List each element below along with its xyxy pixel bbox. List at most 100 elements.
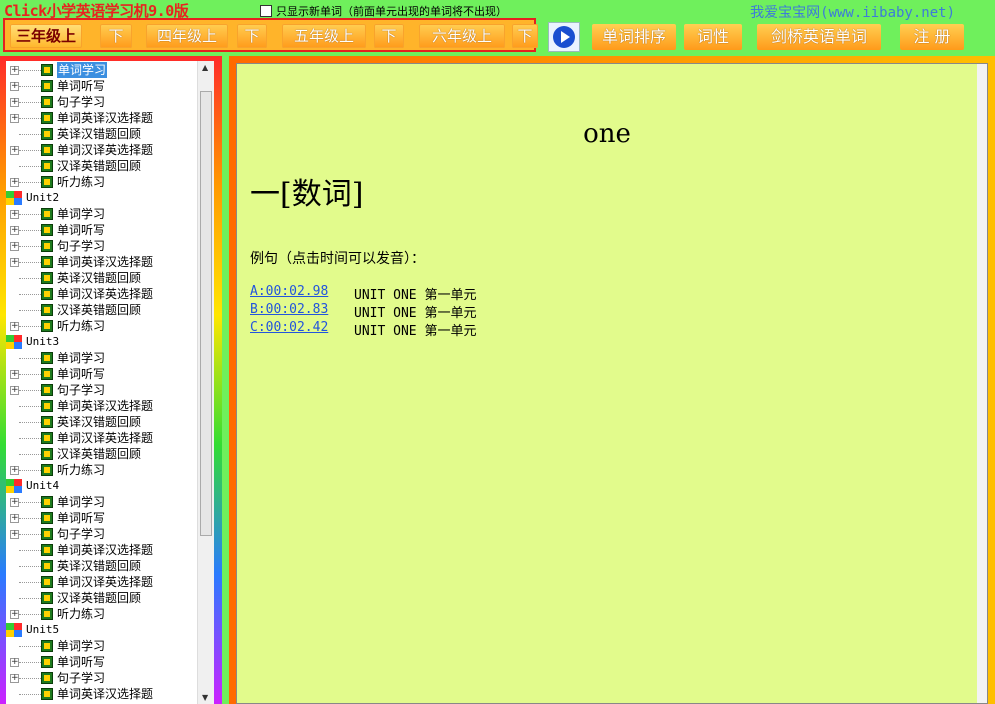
expand-icon[interactable]: +	[10, 609, 19, 619]
tree-item[interactable]: 单词英译汉选择题	[10, 542, 153, 558]
lesson-icon	[41, 464, 53, 476]
tree-item[interactable]: + 听力练习	[10, 606, 105, 622]
expand-icon[interactable]: +	[10, 81, 19, 91]
tree-item[interactable]: 单词学习	[10, 638, 105, 654]
function-button[interactable]: 单词排序	[592, 24, 676, 50]
expand-icon[interactable]: +	[10, 513, 19, 523]
function-button[interactable]: 注 册	[900, 24, 964, 50]
tree-connector	[19, 405, 41, 407]
tree-item[interactable]: + 听力练习	[10, 318, 105, 334]
tree-scrollbar[interactable]: ▲ ▼	[197, 61, 214, 704]
grade-button[interactable]: 下	[237, 24, 267, 48]
tree-connector	[19, 469, 41, 471]
function-button[interactable]: 词性	[684, 24, 742, 50]
scroll-thumb[interactable]	[200, 91, 212, 536]
play-button[interactable]	[548, 22, 580, 52]
grade-button[interactable]: 四年级上	[146, 24, 228, 48]
tree-item[interactable]: 英译汉错题回顾	[10, 270, 141, 286]
expand-icon[interactable]: +	[10, 321, 19, 331]
tree-item[interactable]: + 单词学习	[10, 206, 105, 222]
lesson-icon	[41, 640, 53, 652]
grade-button[interactable]: 下	[374, 24, 404, 48]
expand-icon[interactable]: +	[10, 257, 19, 267]
expand-icon[interactable]: +	[10, 369, 19, 379]
tree-item[interactable]: + 单词听写	[10, 78, 105, 94]
tree-item[interactable]: + 单词听写	[10, 222, 105, 238]
function-button[interactable]: 剑桥英语单词	[757, 24, 881, 50]
tree-item[interactable]: 汉译英错题回顾	[10, 302, 141, 318]
tree-item[interactable]: 汉译英错题回顾	[10, 158, 141, 174]
tree-item[interactable]: 单词汉译英选择题	[10, 574, 153, 590]
expand-icon[interactable]: +	[10, 113, 19, 123]
lesson-icon	[41, 272, 53, 284]
scroll-down-icon[interactable]: ▼	[202, 693, 208, 702]
tree-item[interactable]: 单词学习	[10, 350, 105, 366]
tree-unit[interactable]: Unit4	[6, 478, 59, 494]
tree-item[interactable]: + 句子学习	[10, 382, 105, 398]
tree-item[interactable]: + 单词英译汉选择题	[10, 254, 153, 270]
grade-button[interactable]: 下	[512, 24, 538, 48]
grade-button[interactable]: 三年级上	[10, 24, 82, 48]
expand-icon[interactable]: +	[10, 177, 19, 187]
lesson-icon	[41, 352, 53, 364]
tree-connector	[19, 309, 41, 311]
tree-item[interactable]: 英译汉错题回顾	[10, 126, 141, 142]
grade-button[interactable]: 五年级上	[282, 24, 366, 48]
lesson-icon	[41, 656, 53, 668]
tree-unit[interactable]: Unit2	[6, 190, 59, 206]
example-time-link[interactable]: B:00:02.83	[250, 302, 354, 321]
site-link[interactable]: 我爱宝宝网(www.iibaby.net)	[750, 2, 955, 22]
tree-item[interactable]: + 句子学习	[10, 526, 105, 542]
expand-icon[interactable]: +	[10, 97, 19, 107]
tree-connector	[19, 693, 41, 695]
tree-item[interactable]: 单词汉译英选择题	[10, 430, 153, 446]
tree-connector	[19, 357, 41, 359]
example-time-link[interactable]: A:00:02.98	[250, 284, 354, 303]
scroll-up-icon[interactable]: ▲	[202, 63, 208, 72]
tree-item[interactable]: + 单词学习	[10, 494, 105, 510]
example-time-link[interactable]: C:00:02.42	[250, 320, 354, 339]
expand-icon[interactable]: +	[10, 673, 19, 683]
lesson-tree[interactable]: ▲ ▼ + 单词学习 + 单词听写 + 句子学习 + 单词英译汉选择题 英译汉错题回顾 + 单词汉译…	[6, 61, 214, 704]
tree-connector	[19, 645, 41, 647]
checkbox-box[interactable]	[260, 5, 272, 17]
tree-item[interactable]: 英译汉错题回顾	[10, 558, 141, 574]
tree-unit[interactable]: Unit3	[6, 334, 59, 350]
expand-icon[interactable]: +	[10, 241, 19, 251]
example-text: UNIT ONE 第一单元	[354, 324, 477, 339]
tree-item[interactable]: + 句子学习	[10, 94, 105, 110]
lesson-icon	[41, 512, 53, 524]
tree-item[interactable]: + 听力练习	[10, 462, 105, 478]
expand-icon[interactable]: +	[10, 529, 19, 539]
tree-item[interactable]: 单词英译汉选择题	[10, 686, 153, 702]
expand-icon[interactable]: +	[10, 65, 19, 75]
tree-item[interactable]: + 单词学习	[10, 61, 109, 79]
expand-icon[interactable]: +	[10, 497, 19, 507]
content-scrollbar[interactable]	[977, 64, 987, 703]
new-word-only-checkbox[interactable]: 只显示新单词（前面单元出现的单词将不出现）	[260, 3, 507, 19]
tree-item[interactable]: + 句子学习	[10, 238, 105, 254]
tree-item[interactable]: 单词英译汉选择题	[10, 398, 153, 414]
grade-button[interactable]: 六年级上	[419, 24, 505, 48]
expand-icon[interactable]: +	[10, 145, 19, 155]
tree-item[interactable]: 汉译英错题回顾	[10, 590, 141, 606]
tree-item[interactable]: + 听力练习	[10, 174, 105, 190]
expand-icon[interactable]: +	[10, 209, 19, 219]
tree-item[interactable]: + 单词听写	[10, 510, 105, 526]
tree-item[interactable]: 汉译英错题回顾	[10, 446, 141, 462]
tree-item[interactable]: + 单词听写	[10, 366, 105, 382]
tree-item[interactable]: + 单词听写	[10, 654, 105, 670]
tree-item[interactable]: + 单词汉译英选择题	[10, 142, 153, 158]
grade-button[interactable]: 下	[100, 24, 132, 48]
tree-item[interactable]: + 单词英译汉选择题	[10, 110, 153, 126]
tree-item[interactable]: 英译汉错题回顾	[10, 414, 141, 430]
expand-icon[interactable]: +	[10, 385, 19, 395]
expand-icon[interactable]: +	[10, 657, 19, 667]
expand-icon[interactable]: +	[10, 465, 19, 475]
tree-unit[interactable]: Unit5	[6, 622, 59, 638]
tree-item[interactable]: 单词汉译英选择题	[10, 286, 153, 302]
expand-icon[interactable]: +	[10, 225, 19, 235]
tree-item[interactable]: + 句子学习	[10, 670, 105, 686]
lesson-icon	[41, 112, 53, 124]
lesson-icon	[41, 576, 53, 588]
